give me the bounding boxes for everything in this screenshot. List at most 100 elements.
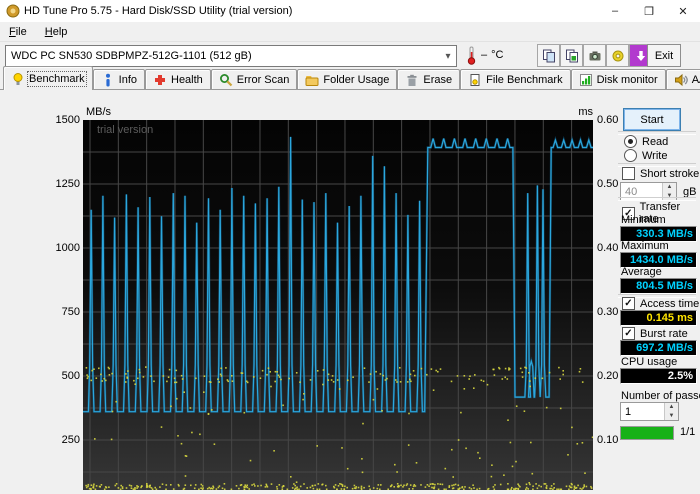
read-radio[interactable]: Read [624, 135, 668, 148]
tab-label: Health [171, 73, 203, 86]
pass-progress-bar [620, 426, 674, 440]
write-label: Write [642, 149, 668, 162]
short-stroke-size-value: 40 [625, 185, 638, 198]
error-scan-icon [219, 73, 233, 86]
y-left-tick: 250 [61, 434, 80, 446]
short-stroke-label: Short stroke [640, 167, 700, 180]
radio-selected-icon [624, 135, 637, 148]
menu-item-file[interactable]: File [0, 26, 36, 38]
y-left-tick: 1250 [55, 178, 80, 190]
tab-label: File Benchmark [486, 73, 563, 86]
menu-item-help[interactable]: Help [36, 26, 77, 38]
minimum-label: Minimum [621, 214, 666, 226]
burst-rate-checkbox[interactable]: ✓ Burst rate [622, 327, 688, 340]
tab-disk-monitor[interactable]: Disk monitor [570, 69, 666, 89]
screenshot-button[interactable] [583, 44, 606, 67]
toolbar: WDC PC SN530 SDBPMPZ-512G-1101 (512 gB) … [0, 42, 700, 68]
screenshot-icon [589, 51, 600, 60]
tab-health[interactable]: Health [145, 69, 211, 89]
passes-stepper[interactable]: 1 ▲ ▼ [620, 402, 679, 421]
trial-watermark: trial version [97, 124, 154, 136]
tab-erase[interactable]: Erase [397, 69, 461, 89]
cpu-usage-value: 2.5% [620, 368, 697, 384]
window-title: HD Tune Pro 5.75 - Hard Disk/SSD Utility… [24, 5, 293, 17]
short-stroke-checkbox[interactable]: Short stroke [622, 167, 699, 180]
burst-rate-value: 697.2 MB/s [620, 340, 697, 356]
pass-progress-label: 1/1 [680, 426, 696, 438]
health-icon [155, 74, 165, 85]
tab-label: Disk monitor [596, 73, 658, 86]
read-label: Read [642, 135, 669, 148]
chevron-down-icon: ▾ [445, 50, 451, 62]
app-icon [6, 4, 20, 18]
folder-icon [305, 75, 319, 86]
thermometer-icon [467, 46, 476, 65]
copy-image-button[interactable] [560, 44, 583, 67]
exit-label: Exit [654, 49, 674, 62]
tab-label: Error Scan [236, 73, 290, 86]
tab-label: AAM [691, 73, 700, 86]
tab-file-benchmark[interactable]: File Benchmark [460, 69, 571, 89]
tab-label: Folder Usage [323, 73, 390, 86]
tab-folder-usage[interactable]: Folder Usage [297, 69, 398, 89]
spinner-up-icon: ▲ [663, 183, 676, 192]
aam-icon [674, 73, 688, 86]
access-time-label: Access time [640, 297, 700, 310]
exit-button[interactable]: Exit [647, 44, 681, 67]
close-button[interactable]: ✕ [666, 0, 700, 22]
tab-info[interactable]: Info [92, 69, 145, 89]
start-label: Start [640, 113, 664, 126]
tab-benchmark[interactable]: Benchmark [3, 66, 93, 90]
tab-label: Info [118, 73, 137, 86]
y-left-tick: 500 [61, 370, 80, 382]
average-value: 804.5 MB/s [620, 278, 697, 294]
checkbox-checked-icon: ✓ [622, 297, 635, 310]
cpu-usage-label: CPU usage [621, 356, 678, 368]
maximize-button[interactable]: ❐ [632, 0, 666, 22]
drive-selector[interactable]: WDC PC SN530 SDBPMPZ-512G-1101 (512 gB) … [5, 45, 457, 67]
y-right-axis-label: ms [578, 106, 593, 118]
write-radio[interactable]: Write [624, 149, 667, 162]
access-time-value: 0.145 ms [620, 310, 697, 326]
options-icon [612, 50, 623, 61]
average-label: Average [621, 266, 662, 278]
tab-label: Benchmark [27, 70, 87, 87]
update-icon [636, 50, 645, 61]
access-time-checkbox[interactable]: ✓ Access time [622, 297, 699, 310]
tab-error-scan[interactable]: Error Scan [210, 69, 298, 89]
disk-monitor-icon [579, 73, 592, 86]
benchmark-chart: trial version [83, 120, 593, 490]
menu-bar: File Help [0, 22, 700, 42]
file-benchmark-icon [470, 73, 480, 86]
maximum-label: Maximum [621, 240, 669, 252]
checkbox-checked-icon: ✓ [622, 327, 635, 340]
y-left-tick: 750 [61, 306, 80, 318]
benchmark-icon [13, 72, 23, 85]
passes-label: Number of passes [621, 390, 700, 402]
minimize-button[interactable]: – [598, 0, 632, 22]
info-icon [105, 73, 110, 86]
tab-label: Erase [423, 73, 453, 86]
title-bar: HD Tune Pro 5.75 - Hard Disk/SSD Utility… [0, 0, 700, 22]
radio-unselected-icon [624, 149, 637, 162]
temperature-value: – [481, 49, 488, 61]
spinner-up-icon[interactable]: ▲ [665, 403, 678, 412]
options-button[interactable] [606, 44, 629, 67]
temperature-unit: °C [491, 49, 504, 61]
burst-rate-label: Burst rate [640, 327, 688, 340]
checkbox-unchecked-icon [622, 167, 635, 180]
passes-value: 1 [625, 405, 632, 418]
start-button[interactable]: Start [623, 108, 681, 131]
copy-image-icon [565, 49, 578, 62]
erase-icon [407, 74, 417, 86]
y-left-tick: 1000 [55, 242, 80, 254]
spinner-down-icon[interactable]: ▼ [665, 411, 678, 420]
hdtune-window: HD Tune Pro 5.75 - Hard Disk/SSD Utility… [0, 0, 700, 494]
y-left-axis-label: MB/s [86, 106, 112, 118]
tab-aam[interactable]: AAM [665, 69, 700, 89]
temperature-readout: – °C [466, 45, 503, 65]
copy-report-button[interactable] [537, 44, 560, 67]
y-left-tick: 1500 [55, 114, 80, 126]
drive-selector-value: WDC PC SN530 SDBPMPZ-512G-1101 (512 gB) [11, 50, 252, 62]
copy-report-icon [542, 49, 555, 62]
